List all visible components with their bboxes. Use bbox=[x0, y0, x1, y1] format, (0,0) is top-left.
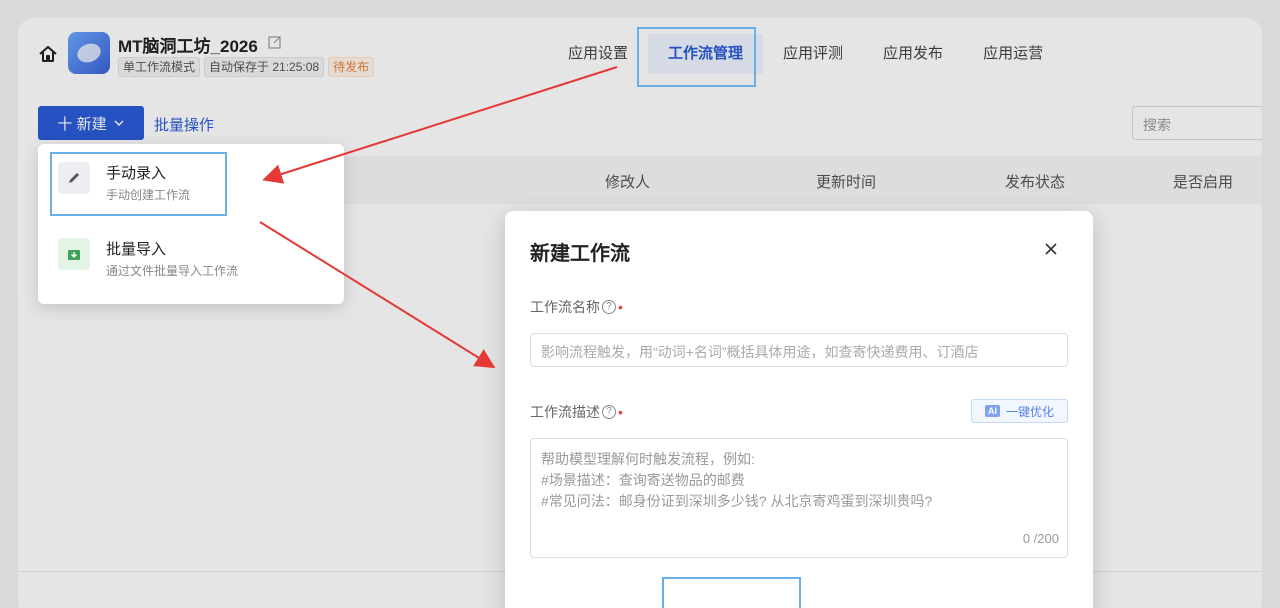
ai-optimize-label: 一键优化 bbox=[1005, 404, 1054, 419]
workflow-description-textarea[interactable]: 帮助模型理解何时触发流程，例如: #场景描述：查询寄送物品的邮费 #常见问法：邮… bbox=[530, 438, 1068, 558]
close-icon[interactable] bbox=[1043, 241, 1059, 257]
name-field-label: 工作流名称 ? • bbox=[530, 297, 623, 317]
char-counter: 0 /200 bbox=[1022, 531, 1059, 546]
desc-placeholder-line: #常见问法：邮身份证到深圳多少钱? 从北京寄鸡蛋到深圳贵吗? bbox=[541, 493, 933, 509]
name-label-text: 工作流名称 bbox=[530, 299, 600, 315]
import-icon bbox=[58, 238, 90, 270]
ai-tag: AI bbox=[984, 405, 1000, 417]
modal-title: 新建工作流 bbox=[530, 243, 630, 265]
help-icon[interactable]: ? bbox=[602, 300, 616, 314]
required-mark: • bbox=[618, 404, 623, 420]
highlight-box-confirm bbox=[662, 577, 801, 608]
desc-field-label: 工作流描述 ? • bbox=[530, 402, 623, 422]
new-workflow-modal: 新建工作流 工作流名称 ? • 影响流程触发，用“动词+名词”概括具体用途，如查… bbox=[505, 211, 1093, 608]
dropdown-item-subtitle: 通过文件批量导入工作流 bbox=[106, 264, 239, 278]
ai-optimize-button[interactable]: AI 一键优化 bbox=[971, 399, 1068, 423]
highlight-box-manual bbox=[50, 152, 227, 216]
desc-placeholder-line: #场景描述：查询寄送物品的邮费 bbox=[541, 472, 745, 488]
highlight-box-tab bbox=[637, 27, 756, 87]
dropdown-item-title: 批量导入 bbox=[106, 241, 167, 258]
desc-placeholder-line: 帮助模型理解何时触发流程，例如: bbox=[541, 451, 755, 467]
required-mark: • bbox=[618, 299, 623, 315]
desc-label-text: 工作流描述 bbox=[530, 404, 600, 420]
dropdown-item-import[interactable]: 批量导入 通过文件批量导入工作流 bbox=[52, 230, 328, 290]
help-icon[interactable]: ? bbox=[602, 405, 616, 419]
workflow-name-input[interactable]: 影响流程触发，用“动词+名词”概括具体用途，如查寄快递费用、订酒店 bbox=[530, 333, 1068, 367]
